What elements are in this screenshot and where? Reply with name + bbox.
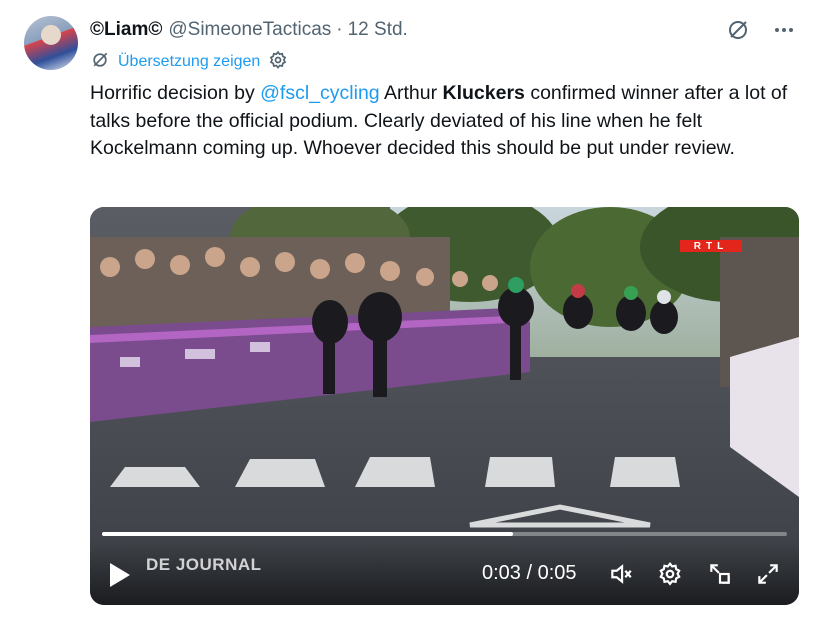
fullscreen-icon[interactable] <box>755 561 781 587</box>
avatar[interactable] <box>24 16 78 70</box>
tweet-text: Horrific decision by @fscl_cycling Arthu… <box>90 82 788 159</box>
progress-bar[interactable] <box>102 532 787 536</box>
progress-fill <box>102 532 513 536</box>
duration: 0:05 <box>537 562 577 584</box>
more-options-icon[interactable] <box>770 16 798 44</box>
play-icon[interactable] <box>108 561 132 589</box>
display-name[interactable]: ©Liam© <box>90 19 162 41</box>
copyright-icon-left: © <box>90 19 104 40</box>
time-separator: / <box>526 562 533 584</box>
user-handle[interactable]: @SimeoneTacticas <box>168 19 331 41</box>
current-time: 0:03 <box>482 562 521 584</box>
settings-icon[interactable] <box>657 561 683 587</box>
broadcaster-logo: RTL <box>680 240 742 252</box>
translate-row: Übersetzung zeigen <box>90 50 288 74</box>
mention-link[interactable]: @fscl_cycling <box>260 82 380 104</box>
copyright-icon-right: © <box>148 19 163 40</box>
separator-dot: · <box>336 19 343 40</box>
volume-icon[interactable] <box>608 561 634 587</box>
video-player[interactable]: RTL DE JOURNAL 0:03 / 0:05 <box>90 207 799 605</box>
timestamp[interactable]: 12 Std. <box>348 19 408 41</box>
show-translation-link[interactable]: Übersetzung zeigen <box>118 53 260 71</box>
channel-watermark: DE JOURNAL <box>146 555 262 574</box>
tweet-header: ©Liam© @SimeoneTacticas · 12 Std. <box>90 14 408 46</box>
time-readout: 0:03 / 0:05 <box>482 562 577 585</box>
video-controls: DE JOURNAL 0:03 / 0:05 <box>90 539 799 605</box>
grok-icon[interactable] <box>724 16 752 44</box>
bold-name: Kluckers <box>442 82 525 104</box>
translate-icon <box>90 50 110 75</box>
pip-icon[interactable] <box>707 561 733 587</box>
translation-settings-icon[interactable] <box>268 50 288 75</box>
